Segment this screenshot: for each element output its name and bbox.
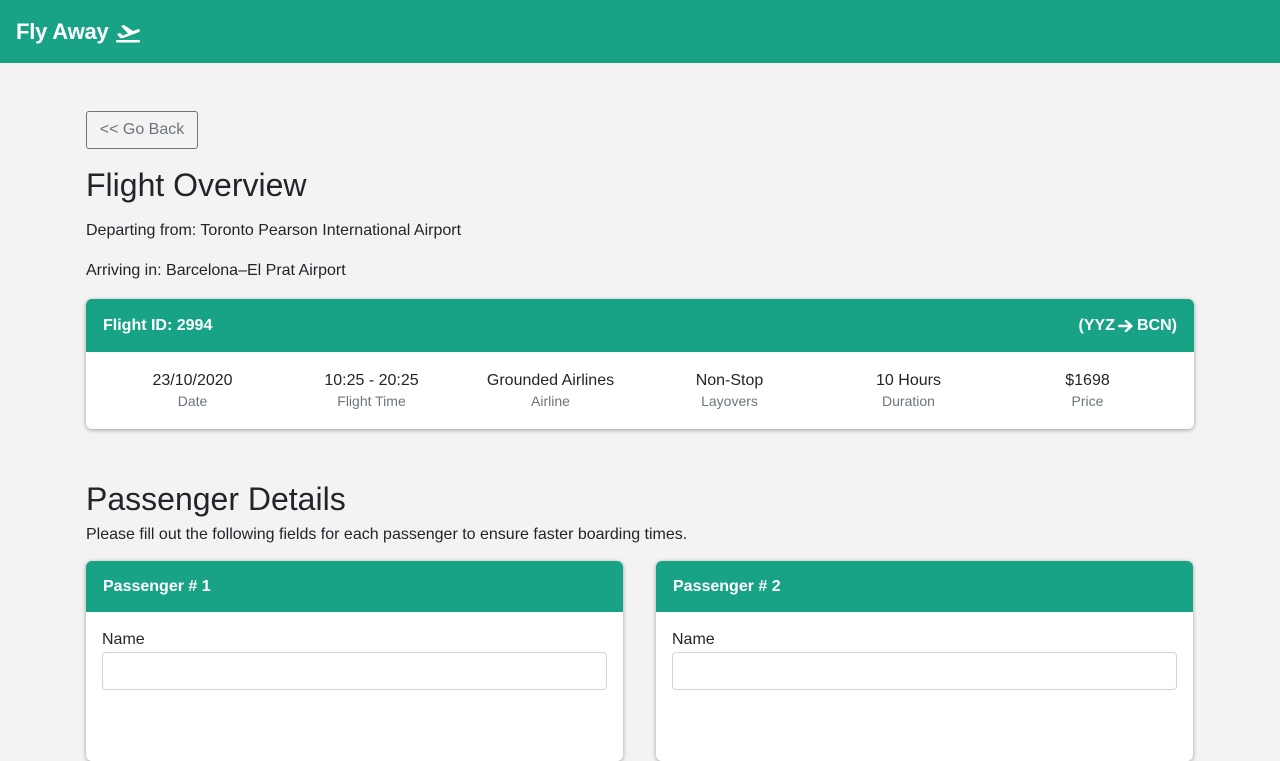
stat-value: Grounded Airlines <box>486 371 615 389</box>
route-destination: BCN) <box>1137 316 1177 334</box>
top-navbar: Fly Away <box>0 0 1280 63</box>
flight-stats: 23/10/2020 Date 10:25 - 20:25 Flight Tim… <box>86 352 1194 429</box>
stat-label: Date <box>177 392 208 409</box>
stat-value: $1698 <box>1065 371 1110 389</box>
stat-label: Flight Time <box>337 392 406 409</box>
arrow-right-icon <box>1118 319 1134 333</box>
passenger-card-header: Passenger # 2 <box>656 561 1193 612</box>
flight-summary-card: Flight ID: 2994 (YYZ BCN) 23/10/2020 Dat… <box>86 299 1194 429</box>
departing-from-text: Departing from: Toronto Pearson Internat… <box>86 222 462 239</box>
passenger-details-title: Passenger Details <box>86 481 346 517</box>
page-title: Flight Overview <box>86 167 307 203</box>
stat-value: 23/10/2020 <box>152 371 233 389</box>
passenger-details-subtitle: Please fill out the following fields for… <box>86 526 688 543</box>
passenger-card-2: Passenger # 2 Name <box>656 561 1193 761</box>
stat-label: Price <box>1071 392 1104 409</box>
stat-duration: 10 Hours Duration <box>819 371 998 411</box>
passenger-card-1: Passenger # 1 Name <box>86 561 623 761</box>
stat-value: Non-Stop <box>695 371 764 389</box>
stat-value: 10:25 - 20:25 <box>324 371 419 389</box>
flight-id: Flight ID: 2994 <box>103 316 213 334</box>
stat-value: 10 Hours <box>876 371 941 389</box>
brand-name: Fly Away <box>16 18 109 44</box>
arriving-in-text: Arriving in: Barcelona–El Prat Airport <box>86 262 346 279</box>
stat-label: Duration <box>882 392 935 409</box>
stat-layovers: Non-Stop Layovers <box>640 371 819 411</box>
plane-departure-icon <box>115 21 141 43</box>
stat-label: Layovers <box>701 392 758 409</box>
stat-airline: Grounded Airlines Airline <box>461 371 640 411</box>
passenger-card-title: Passenger # 1 <box>103 577 211 595</box>
go-back-button[interactable]: << Go Back <box>86 111 198 149</box>
stat-date: 23/10/2020 Date <box>103 371 282 411</box>
route-origin: (YYZ <box>1078 316 1115 334</box>
passenger-2-name-input[interactable] <box>672 652 1177 690</box>
name-label: Name <box>102 631 145 648</box>
passenger-form: Name <box>656 612 1193 690</box>
stat-price: $1698 Price <box>998 371 1177 411</box>
brand-logo[interactable]: Fly Away <box>16 19 141 45</box>
flight-card-header: Flight ID: 2994 (YYZ BCN) <box>86 299 1194 352</box>
passenger-form: Name <box>86 612 623 690</box>
stat-label: Airline <box>531 392 570 409</box>
passenger-card-header: Passenger # 1 <box>86 561 623 612</box>
passenger-card-title: Passenger # 2 <box>673 577 781 595</box>
stat-flight-time: 10:25 - 20:25 Flight Time <box>282 371 461 411</box>
name-label: Name <box>672 631 715 648</box>
flight-route: (YYZ BCN) <box>1079 317 1177 335</box>
passenger-1-name-input[interactable] <box>102 652 607 690</box>
